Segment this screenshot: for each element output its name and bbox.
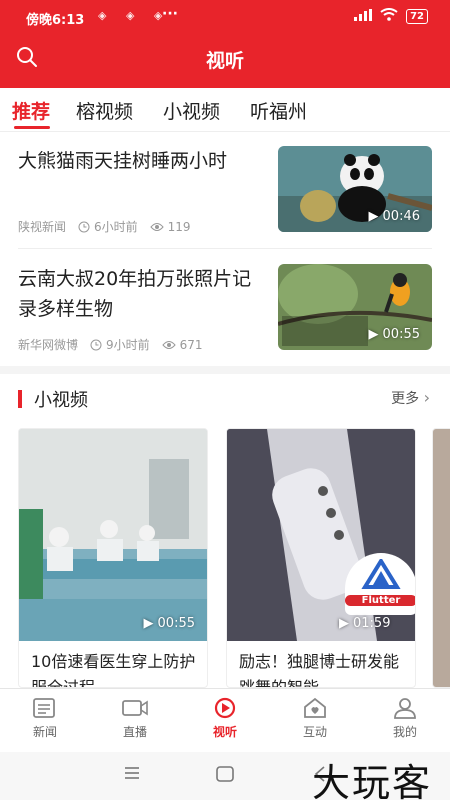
nav-profile[interactable]: 我的 [370,697,440,740]
play-icon: ▶ [368,209,379,224]
badge-label: Flutter [345,595,415,606]
tab-recommend[interactable]: 推荐 [12,97,50,124]
news-time: 6小时前 [94,220,138,234]
tab-rong-video[interactable]: 榕视频 [76,97,133,124]
video-duration: ▶ 00:55 [368,327,420,342]
doctors-thumbnail: ▶ 00:55 [19,429,207,641]
flutter-logo-icon [361,559,401,589]
nav-label: 我的 [392,725,417,739]
live-icon [122,700,148,716]
robot-leg-thumbnail: Flutter ▶ 01:59 [227,429,415,641]
eye-icon [149,222,164,231]
more-indicators: ··· [162,6,178,22]
tab-short-video[interactable]: 小视频 [163,97,220,124]
news-title[interactable]: 大熊猫雨天挂树睡两小时 [18,146,258,176]
short-video-section-header: 小视频 更多 › [0,382,450,418]
news-source: 新华网微博 [18,338,79,352]
bottom-nav: 新闻 直播 视听 互动 我的 [0,688,450,752]
news-source: 陕视新闻 [18,220,67,234]
status-bar: 傍晚6:13 ◈ ◈ ◈ ··· 72 [0,0,450,34]
nav-news[interactable]: 新闻 [10,697,80,740]
active-tab-indicator [14,126,50,129]
signal-icon [354,8,373,25]
clock-icon [78,221,90,232]
video-duration: ▶ 01:59 [339,616,391,631]
nav-live[interactable]: 直播 [100,697,170,740]
wifi-icon [380,8,398,25]
more-link[interactable]: 更多 › [391,388,430,408]
home-icon[interactable] [216,766,234,782]
panda-thumbnail[interactable]: ▶ 00:46 [278,146,432,232]
clock-icon [90,339,102,350]
section-accent-bar [18,390,22,408]
profile-icon [394,698,416,719]
news-time: 9小时前 [106,338,150,352]
video-duration: ▶ 00:46 [368,209,420,224]
video-duration: ▶ 00:55 [143,616,195,631]
video-card[interactable]: ▶ 00:55 10倍速看医生穿上防护服全过程 [18,428,208,688]
news-item[interactable]: 云南大叔20年拍万张照片记录多样生物 新华网微博 9小时前 671 ▶ 00:55 [0,250,450,368]
nav-label: 互动 [302,725,327,739]
news-views: 119 [167,219,191,234]
video-title[interactable]: 10倍速看医生穿上防护服全过程 [31,649,201,687]
battery-icon: 72 [406,9,428,24]
status-time: 傍晚6:13 [26,13,85,28]
chevron-right-icon: › [423,388,430,407]
video-card[interactable]: Flutter ▶ 01:59 励志！独腿博士研发能跳舞的智能… [226,428,416,688]
notification-icons: ◈ ◈ ◈ [98,9,171,22]
bird-thumbnail[interactable]: ▶ 00:55 [278,264,432,350]
eye-icon [161,340,176,349]
menu-icon[interactable] [124,766,140,780]
play-icon: ▶ [368,327,379,342]
news-item[interactable]: 大熊猫雨天挂树睡两小时 陕视新闻 6小时前 119 ▶ 00:46 [0,132,450,250]
flutter-badge: Flutter [345,553,415,615]
channel-tabs: 推荐 榕视频 小视频 听福州 [0,88,450,132]
section-title: 小视频 [34,390,88,411]
nav-interact[interactable]: 互动 [280,697,350,740]
nav-label: 直播 [122,725,147,739]
av-icon [214,697,236,719]
play-icon: ▶ [143,616,154,631]
play-icon: ▶ [339,616,349,631]
top-bar: 傍晚6:13 ◈ ◈ ◈ ··· 72 视听 [0,0,450,88]
divider [18,248,432,249]
interact-icon [304,697,326,718]
nav-label: 新闻 [32,725,57,739]
video-card-partial[interactable] [432,428,450,688]
nav-label: 视听 [212,725,237,739]
news-title[interactable]: 云南大叔20年拍万张照片记录多样生物 [18,264,258,324]
news-views: 671 [179,337,203,352]
watermark-logo: 大玩客 [312,761,433,805]
nav-audiovisual[interactable]: 视听 [190,697,260,740]
tab-listen-fuzhou[interactable]: 听福州 [250,97,307,124]
news-icon [33,698,55,718]
video-title[interactable]: 励志！独腿博士研发能跳舞的智能… [239,649,409,687]
news-meta: 新华网微博 9小时前 671 [18,336,203,353]
section-gap [0,366,450,374]
page-title: 视听 [205,50,244,72]
news-meta: 陕视新闻 6小时前 119 [18,218,191,235]
